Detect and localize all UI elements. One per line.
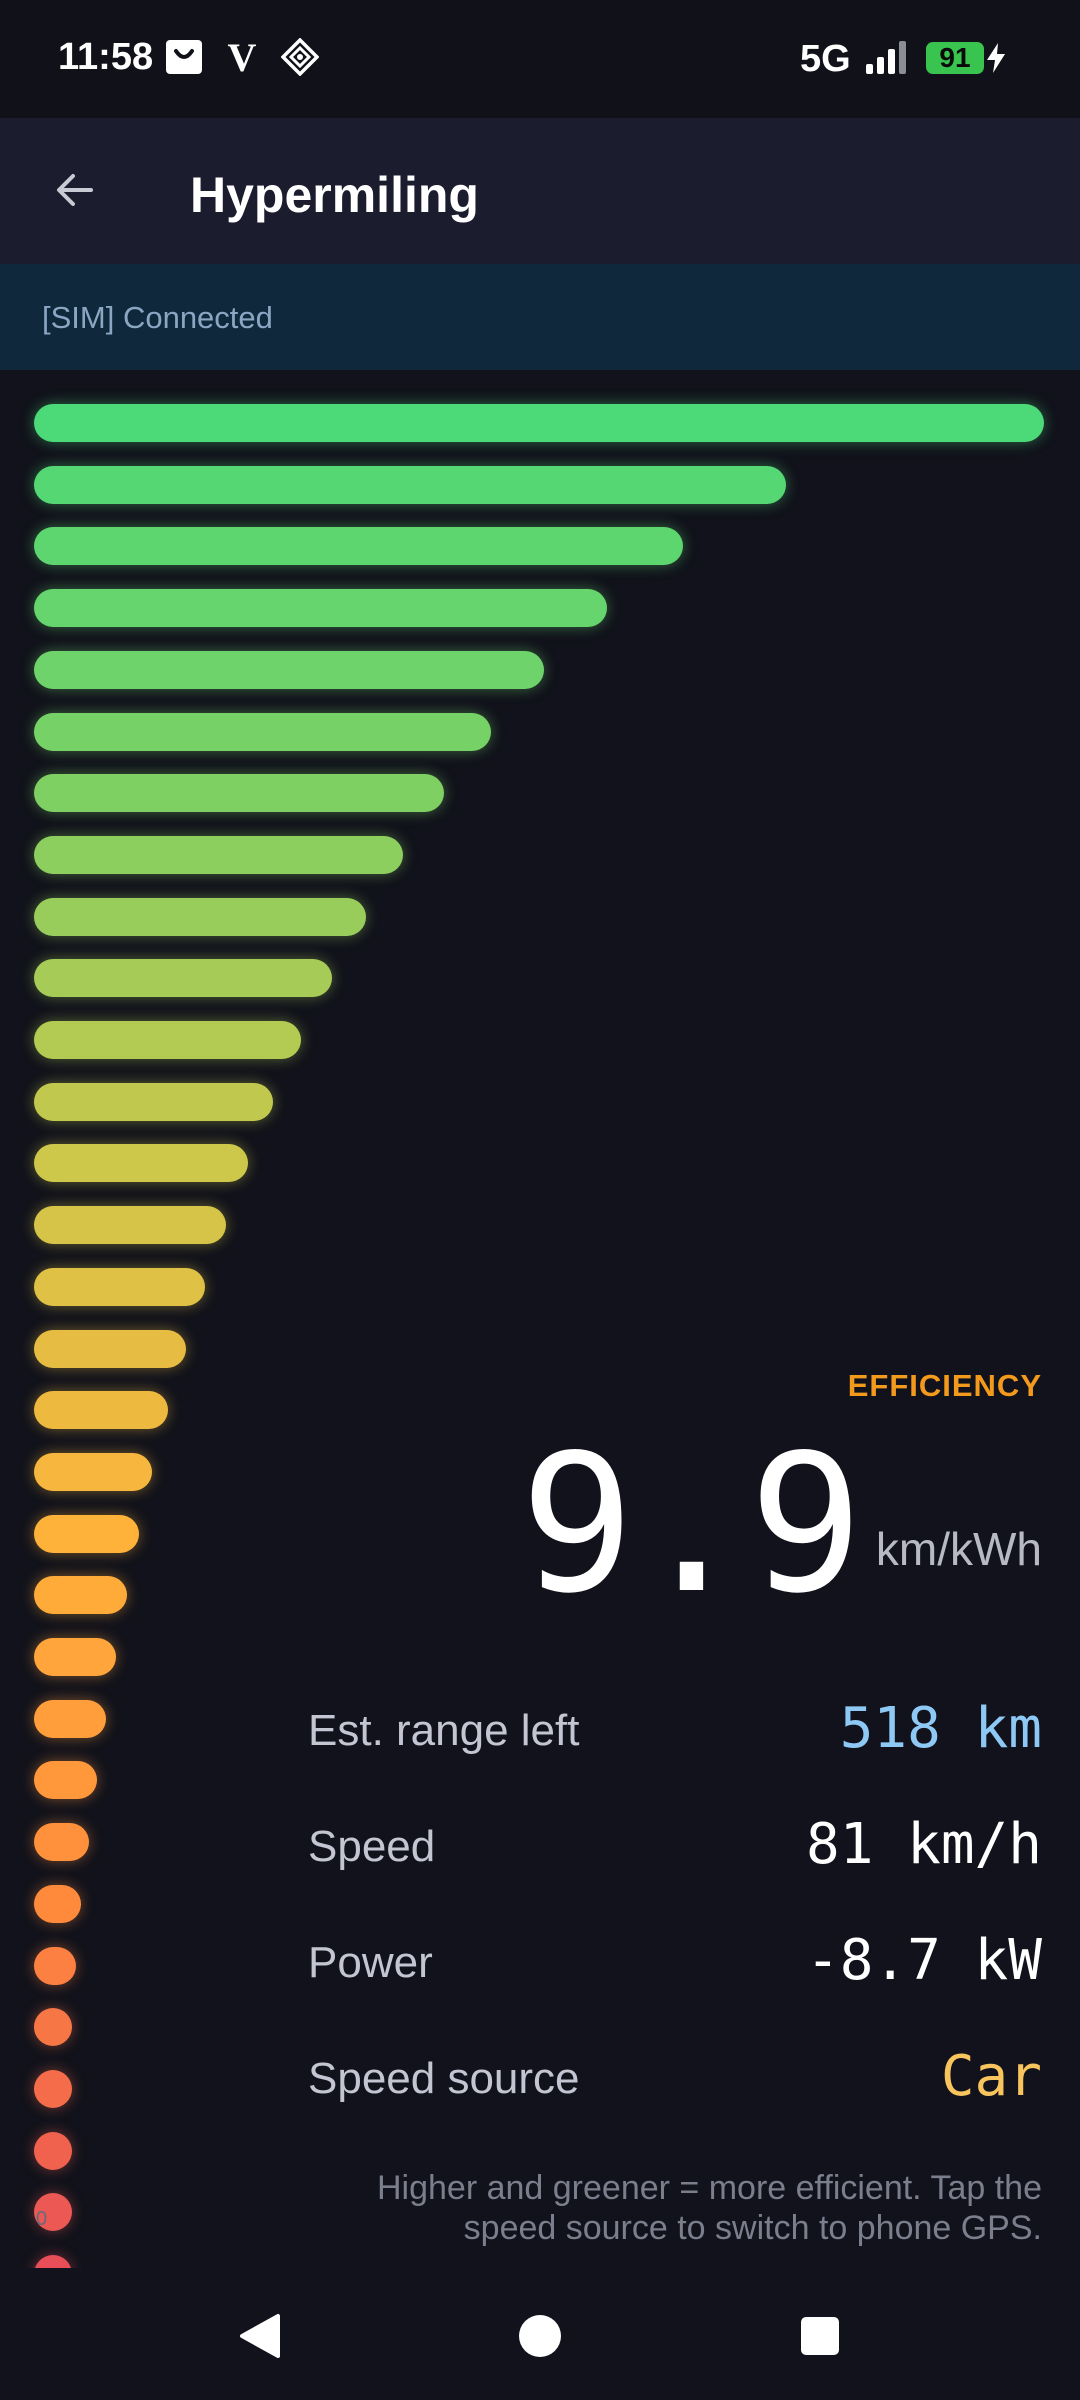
- efficiency-bar: [34, 835, 403, 874]
- nav-recents-icon[interactable]: [780, 2296, 860, 2376]
- efficiency-bar: [34, 1021, 301, 1059]
- stat-value-power: -8.7 kW: [805, 1928, 1042, 1993]
- efficiency-bar: [34, 404, 1044, 442]
- battery-indicator: 91: [926, 42, 984, 74]
- efficiency-bar: [34, 1884, 82, 1923]
- efficiency-bar: [34, 1576, 127, 1615]
- efficiency-bar: [34, 1452, 153, 1491]
- efficiency-bar: [34, 1946, 77, 1985]
- stat-value-speed: 81 km/h: [805, 1812, 1042, 1877]
- efficiency-bar: [34, 1699, 106, 1738]
- efficiency-bar: [34, 1638, 116, 1676]
- efficiency-bar: [34, 774, 445, 813]
- charging-bolt-icon: [984, 42, 1008, 74]
- status-time: 11:58: [58, 36, 154, 78]
- efficiency-bar: [34, 959, 332, 998]
- nav-back-icon[interactable]: [220, 2296, 300, 2376]
- stat-label-speed-source: Speed source: [308, 2054, 580, 2103]
- efficiency-bar: [34, 1391, 169, 1430]
- efficiency-bar: [34, 712, 491, 751]
- stat-label-power: Power: [308, 1938, 433, 1987]
- back-button[interactable]: [40, 150, 110, 230]
- chart-axis-zero-label: 0: [36, 2208, 48, 2230]
- connection-banner: [SIM] Connected: [0, 264, 1080, 370]
- stat-value-range: 518 km: [839, 1696, 1042, 1761]
- app-bar: Hypermiling: [0, 118, 1080, 264]
- arrow-left-icon: [57, 174, 93, 206]
- efficiency-bar: [34, 1329, 186, 1368]
- efficiency-bar: [34, 2131, 72, 2170]
- efficiency-bar: [34, 527, 684, 566]
- efficiency-bar: [34, 650, 545, 689]
- connection-status: [SIM] Connected: [42, 300, 273, 335]
- efficiency-bar: [34, 589, 607, 628]
- efficiency-unit: km/kWh: [875, 1523, 1042, 1575]
- efficiency-bar: [34, 1267, 205, 1306]
- v-app-icon: V: [227, 34, 257, 80]
- efficiency-bar: [34, 1761, 97, 1800]
- efficiency-bar: [34, 1082, 274, 1121]
- hint-text: Higher and greener = more efficient. Tap…: [377, 2169, 1042, 2247]
- efficiency-label: EFFICIENCY: [847, 1368, 1042, 1403]
- signal-icon: [864, 40, 912, 76]
- tiktok-diamond-icon: [280, 38, 320, 76]
- efficiency-bar: [34, 2069, 72, 2108]
- system-nav-bar: [0, 2268, 1080, 2400]
- efficiency-bar: [34, 897, 367, 936]
- network-type: 5G: [800, 38, 851, 80]
- stat-label-range: Est. range left: [308, 1706, 580, 1755]
- page-title: Hypermiling: [190, 167, 479, 223]
- efficiency-value: 9.9: [520, 1414, 864, 1635]
- efficiency-bar: [34, 1144, 249, 1183]
- efficiency-bar: [34, 2008, 72, 2047]
- nav-home-icon[interactable]: [500, 2296, 580, 2376]
- shopping-bag-icon: [164, 38, 204, 76]
- stat-label-speed: Speed: [308, 1822, 436, 1871]
- efficiency-bar: [34, 1514, 140, 1553]
- efficiency-bar: [34, 1823, 89, 1862]
- speed-source-toggle[interactable]: Car: [941, 2044, 1042, 2109]
- efficiency-bar: [34, 465, 787, 504]
- status-bar: 11:58 V 5G 91: [0, 0, 1080, 118]
- efficiency-bar: [34, 1206, 226, 1245]
